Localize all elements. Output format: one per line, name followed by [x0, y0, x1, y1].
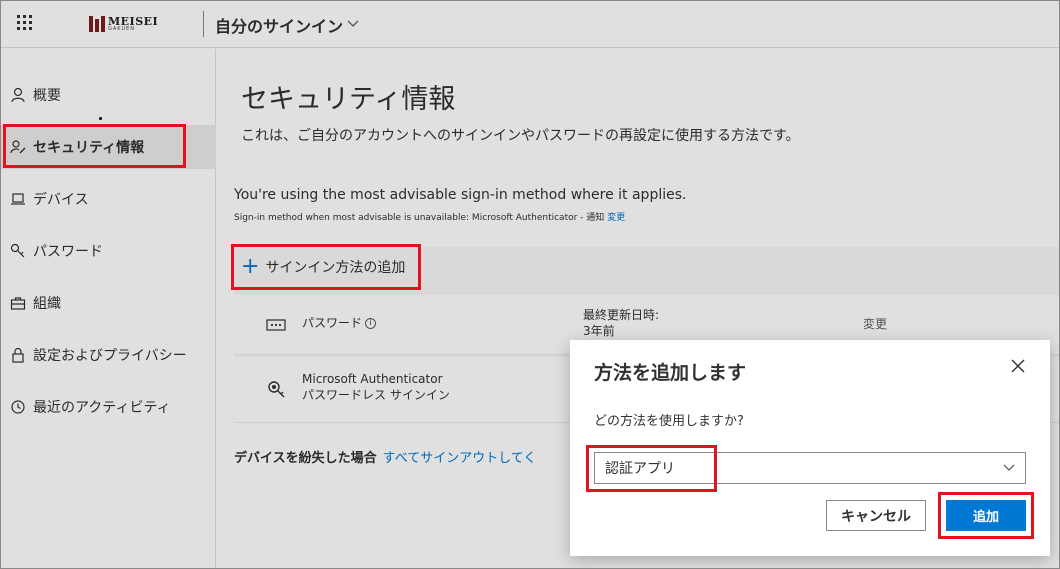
close-icon[interactable]: [1008, 358, 1028, 378]
chevron-down-icon: [1003, 461, 1015, 473]
highlight-box: [231, 244, 421, 290]
highlight-box: [3, 124, 186, 168]
cancel-button[interactable]: キャンセル: [826, 500, 926, 531]
dialog-title: 方法を追加します: [594, 362, 747, 384]
page: MEISEI GAKUEN 自分のサインイン 概要 セキュリティ情報 デバイス …: [0, 0, 1060, 569]
dialog-question: どの方法を使用しますか?: [594, 414, 744, 429]
highlight-box: [938, 492, 1034, 539]
highlight-box: [586, 445, 717, 492]
